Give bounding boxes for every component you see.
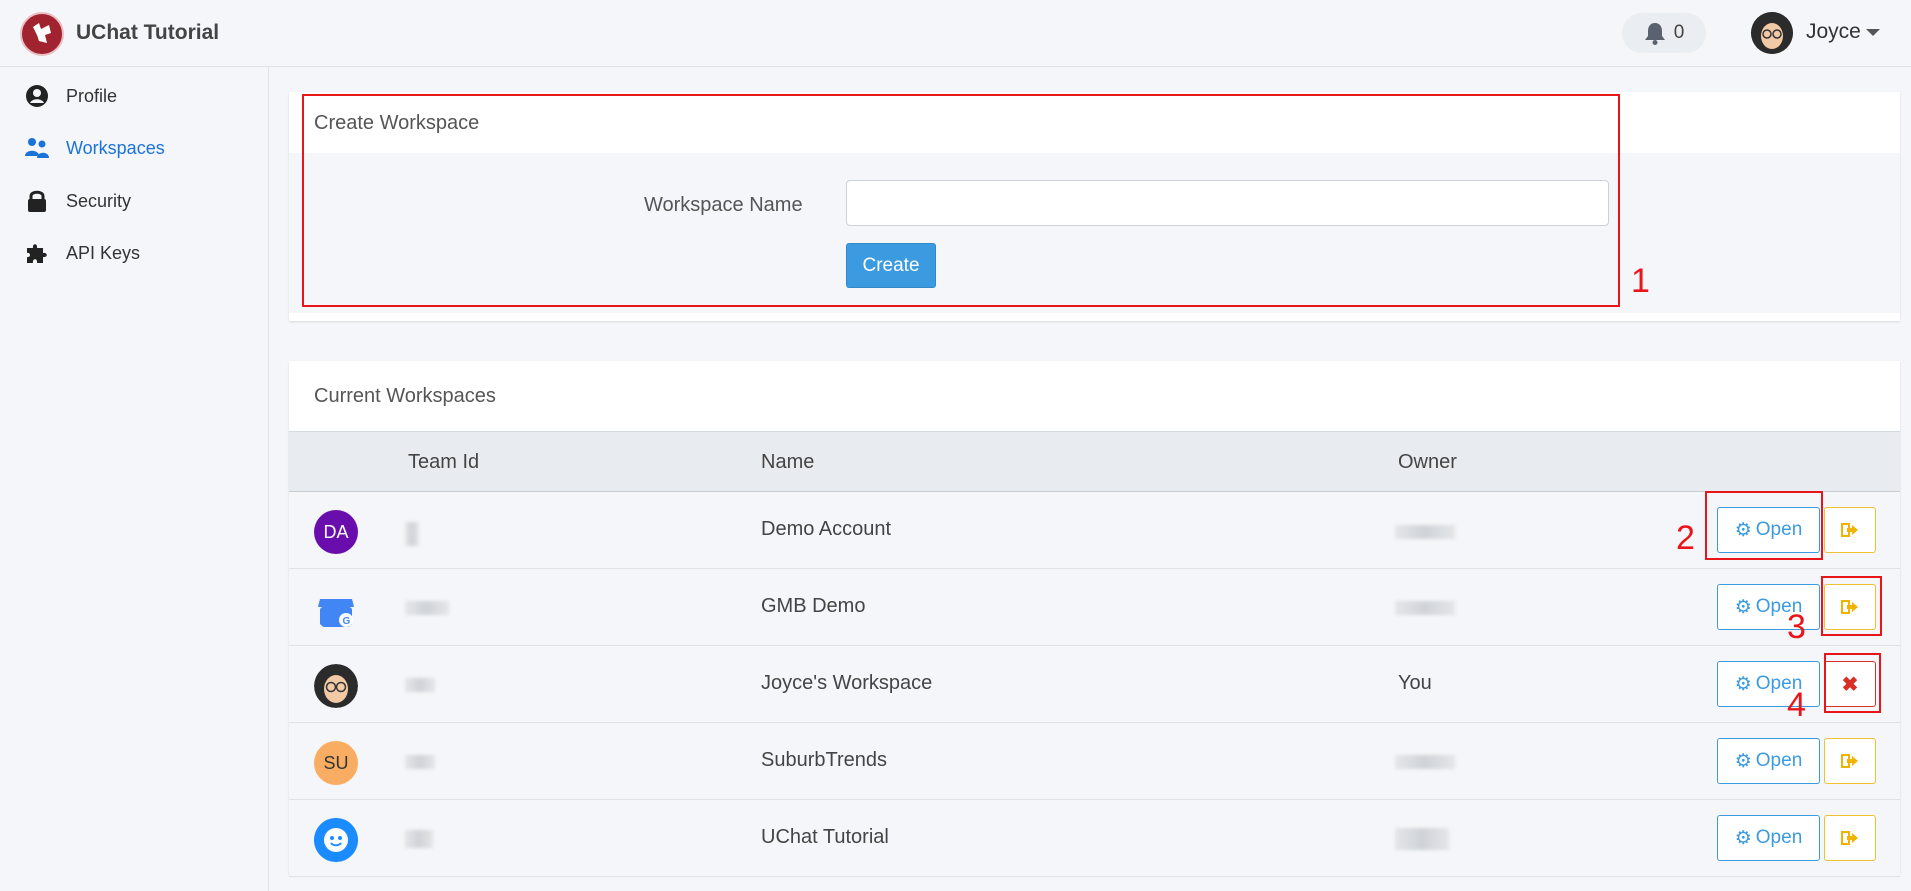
- open-button[interactable]: ⚙ Open: [1717, 815, 1820, 861]
- users-icon: [24, 135, 50, 161]
- lock-icon: [24, 188, 50, 214]
- team-id-redacted: [405, 755, 435, 769]
- workspace-avatar: DA: [314, 510, 358, 554]
- gear-icon: ⚙: [1734, 827, 1752, 849]
- sidebar-item-label: Workspaces: [66, 137, 165, 158]
- sidebar-item-label: Security: [66, 190, 132, 211]
- user-circle-icon: [24, 83, 50, 109]
- annotation-label-4: 4: [1787, 686, 1806, 724]
- chat-bot-icon: [314, 818, 358, 862]
- notification-count: 0: [1673, 22, 1685, 43]
- sign-out-icon: [1841, 831, 1858, 845]
- workspace-name: Joyce's Workspace: [761, 672, 933, 694]
- column-header-owner: Owner: [1398, 451, 1457, 473]
- team-id-redacted: [405, 678, 435, 692]
- team-id-redacted: [405, 522, 419, 546]
- column-header-team-id: Team Id: [408, 451, 480, 473]
- user-name[interactable]: Joyce: [1806, 20, 1861, 44]
- sidebar: Profile Workspaces Security API Keys: [0, 67, 269, 891]
- sidebar-item-security[interactable]: Security: [24, 186, 131, 216]
- sign-out-icon: [1841, 754, 1858, 768]
- owner-redacted: [1395, 525, 1455, 539]
- leave-button[interactable]: [1824, 507, 1876, 553]
- current-workspaces-title: Current Workspaces: [314, 385, 496, 407]
- chevron-down-icon[interactable]: [1866, 29, 1880, 36]
- open-button[interactable]: ⚙ Open: [1717, 738, 1820, 784]
- sidebar-item-profile[interactable]: Profile: [24, 81, 117, 111]
- current-workspaces-card: Current Workspaces Team Id Name Owner DA…: [289, 361, 1900, 877]
- annotation-box-3: [1821, 576, 1882, 636]
- workspace-owner: You: [1398, 672, 1432, 694]
- owner-redacted: [1395, 828, 1449, 850]
- user-avatar[interactable]: [1751, 12, 1793, 54]
- workspace-avatar: [314, 664, 358, 708]
- sign-out-icon: [1841, 523, 1858, 537]
- sidebar-item-label: Profile: [66, 85, 118, 106]
- sidebar-item-workspaces[interactable]: Workspaces: [24, 133, 165, 163]
- leave-button[interactable]: [1824, 738, 1876, 784]
- workspace-avatar: SU: [314, 741, 358, 785]
- leave-button[interactable]: [1824, 815, 1876, 861]
- puzzle-icon: [24, 240, 50, 266]
- svg-text:G: G: [343, 616, 351, 627]
- team-id-redacted: [405, 830, 433, 848]
- sidebar-item-api-keys[interactable]: API Keys: [24, 238, 140, 268]
- owner-redacted: [1395, 601, 1455, 615]
- workspace-name: SuburbTrends: [761, 749, 887, 771]
- app-title: UChat Tutorial: [76, 21, 220, 44]
- table-row: UChat Tutorial ⚙ Open: [289, 800, 1900, 877]
- table-header: Team Id Name Owner: [289, 431, 1900, 492]
- workspace-name: GMB Demo: [761, 595, 866, 617]
- owner-redacted: [1395, 755, 1455, 769]
- annotation-label-1: 1: [1631, 262, 1650, 300]
- team-id-redacted: [405, 601, 449, 615]
- annotation-box-4: [1824, 653, 1881, 713]
- workspace-name: UChat Tutorial: [761, 826, 889, 848]
- app-logo-icon[interactable]: [20, 12, 64, 56]
- annotation-box-2: [1705, 491, 1823, 560]
- table-row: SU SuburbTrends ⚙ Open: [289, 723, 1900, 800]
- notification-button[interactable]: 0: [1622, 13, 1706, 53]
- top-bar: UChat Tutorial 0 Joyce: [0, 0, 1911, 67]
- table-row: Joyce's Workspace You ⚙ Open ✖: [289, 646, 1900, 723]
- column-header-name: Name: [761, 451, 815, 473]
- google-my-business-icon: G: [314, 587, 358, 631]
- gear-icon: ⚙: [1734, 673, 1752, 695]
- gear-icon: ⚙: [1734, 750, 1752, 772]
- annotation-label-2: 2: [1676, 519, 1695, 557]
- annotation-box-1: [302, 94, 1620, 307]
- annotation-label-3: 3: [1787, 608, 1806, 646]
- table-row: DA Demo Account ⚙ Open: [289, 492, 1900, 569]
- workspace-name: Demo Account: [761, 518, 892, 540]
- gear-icon: ⚙: [1734, 596, 1752, 618]
- table-row: G GMB Demo ⚙ Open: [289, 569, 1900, 646]
- bell-icon: [1644, 23, 1665, 45]
- sidebar-item-label: API Keys: [66, 242, 141, 263]
